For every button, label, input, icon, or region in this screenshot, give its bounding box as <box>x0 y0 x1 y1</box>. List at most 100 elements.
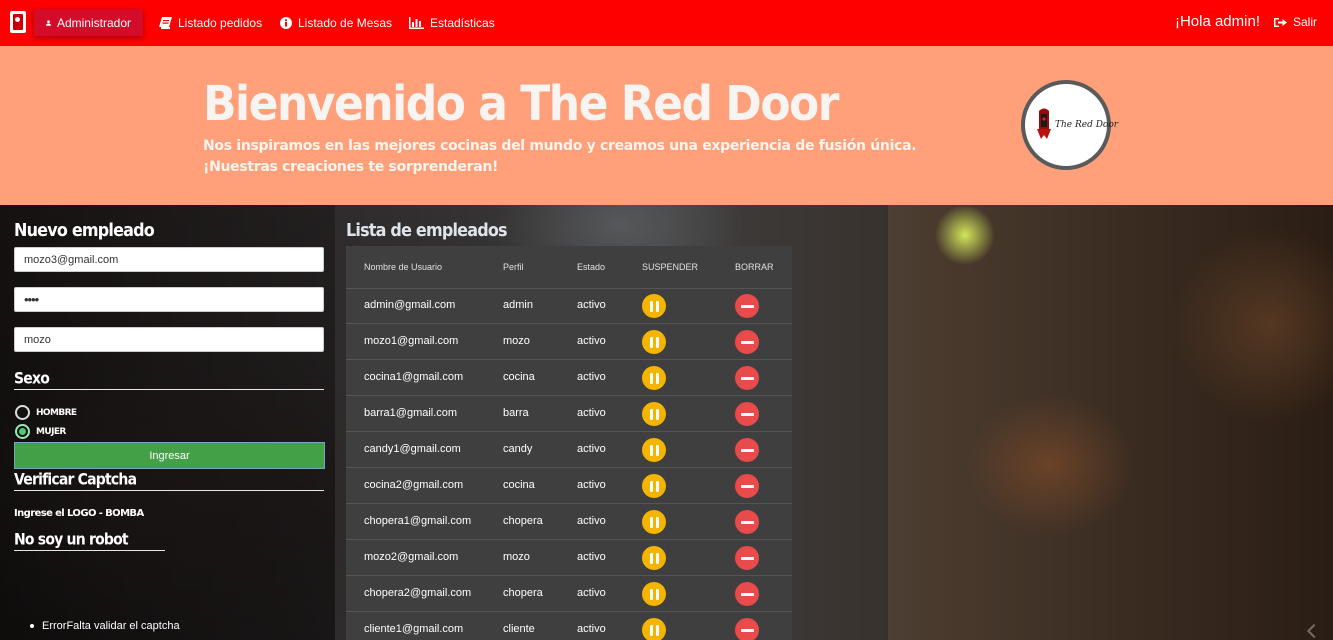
delete-button[interactable] <box>735 438 759 462</box>
delete-button[interactable] <box>735 402 759 426</box>
restaurant-logo: The Red Door <box>1021 80 1118 170</box>
captcha-divider <box>14 490 324 491</box>
sex-heading: Sexo <box>14 370 50 388</box>
nav-listado-mesas-label: Listado de Mesas <box>298 15 393 30</box>
suspend-button[interactable] <box>642 438 666 462</box>
suspend-button[interactable] <box>642 618 666 640</box>
captcha-hint: Ingrese el LOGO - BOMBA <box>14 508 144 519</box>
door-logo-icon[interactable] <box>10 11 26 33</box>
suspend-button[interactable] <box>642 366 666 390</box>
bar-chart-icon <box>409 16 424 29</box>
suspend-button[interactable] <box>642 474 666 498</box>
error-message: ErrorFalta validar el captcha <box>42 620 180 632</box>
greeting-text: ¡Hola admin! <box>1174 13 1260 30</box>
delete-button[interactable] <box>735 618 759 640</box>
password-field[interactable] <box>14 287 324 312</box>
cell-user: chopera2@gmail.com <box>364 587 472 599</box>
nav-listado-mesas[interactable]: Listado de Mesas <box>268 9 404 36</box>
error-list: ErrorFalta validar el captcha <box>30 620 180 632</box>
table-header: Nombre de Usuario Perfil Estado SUSPENDE… <box>346 246 792 289</box>
delete-button[interactable] <box>735 474 759 498</box>
employee-list-heading: Lista de empleados <box>346 219 508 241</box>
cell-status: activo <box>577 587 606 599</box>
submit-button[interactable]: Ingresar <box>14 442 325 469</box>
cell-user: cocina1@gmail.com <box>364 371 464 383</box>
page-title: Bienvenido a The Red Door <box>203 76 839 133</box>
table-row: chopera1@gmail.com chopera activo <box>346 504 792 540</box>
cell-profile: cocina <box>503 479 535 491</box>
col-delete: BORRAR <box>735 262 774 272</box>
table-row: admin@gmail.com admin activo <box>346 288 792 324</box>
robot-heading: No soy un robot <box>14 531 129 549</box>
table-row: candy1@gmail.com candy activo <box>346 432 792 468</box>
table-row: cliente1@gmail.com cliente activo <box>346 612 792 640</box>
suspend-button[interactable] <box>642 294 666 318</box>
cell-status: activo <box>577 479 606 491</box>
col-user: Nombre de Usuario <box>364 262 443 272</box>
nav-listado-pedidos-label: Listado pedidos <box>178 15 263 30</box>
col-suspend: SUSPENDER <box>642 262 699 272</box>
logout-button[interactable]: Salir <box>1273 15 1317 29</box>
cell-profile: chopera <box>503 515 543 527</box>
delete-button[interactable] <box>735 546 759 570</box>
nav-estadisticas[interactable]: Estadísticas <box>397 9 507 36</box>
cell-profile: mozo <box>503 551 530 563</box>
top-navbar: Administrador Listado pedidos Listado de… <box>0 0 1333 46</box>
radio-mujer-circle[interactable] <box>15 424 30 439</box>
cell-profile: admin <box>503 299 533 311</box>
table-row: mozo1@gmail.com mozo activo <box>346 324 792 360</box>
cell-profile: barra <box>503 407 529 419</box>
user-icon <box>46 19 51 26</box>
logo-text: The Red Door <box>1055 120 1119 130</box>
cell-profile: cocina <box>503 371 535 383</box>
cell-status: activo <box>577 623 606 635</box>
robot-divider <box>14 550 165 551</box>
suspend-button[interactable] <box>642 402 666 426</box>
radio-hombre-circle[interactable] <box>15 405 30 420</box>
table-row: barra1@gmail.com barra activo <box>346 396 792 432</box>
table-row: cocina2@gmail.com cocina activo <box>346 468 792 504</box>
sign-out-icon <box>1273 17 1287 27</box>
nav-administrador-label: Administrador <box>56 15 131 30</box>
table-row: mozo2@gmail.com mozo activo <box>346 540 792 576</box>
delete-button[interactable] <box>735 330 759 354</box>
welcome-banner: Bienvenido a The Red Door Nos inspiramos… <box>0 46 1333 205</box>
radio-hombre-label: HOMBRE <box>36 407 77 418</box>
delete-button[interactable] <box>735 582 759 606</box>
logout-label: Salir <box>1292 15 1317 29</box>
cell-user: cocina2@gmail.com <box>364 479 464 491</box>
cell-user: chopera1@gmail.com <box>364 515 472 527</box>
new-employee-heading: Nuevo empleado <box>14 219 155 241</box>
cell-status: activo <box>577 371 606 383</box>
suspend-button[interactable] <box>642 330 666 354</box>
cell-profile: candy <box>503 443 533 455</box>
col-status: Estado <box>577 262 606 272</box>
profile-field[interactable] <box>14 327 324 352</box>
cell-user: mozo1@gmail.com <box>364 335 459 347</box>
nav-listado-pedidos[interactable]: Listado pedidos <box>147 9 274 36</box>
cell-profile: chopera <box>503 587 543 599</box>
radio-hombre[interactable]: HOMBRE <box>15 405 77 420</box>
delete-button[interactable] <box>735 366 759 390</box>
cell-status: activo <box>577 443 606 455</box>
cell-user: mozo2@gmail.com <box>364 551 459 563</box>
suspend-button[interactable] <box>642 510 666 534</box>
banner-subtitle: Nos inspiramos en las mejores cocinas de… <box>203 138 917 175</box>
nav-estadisticas-label: Estadísticas <box>430 15 495 30</box>
employee-table: Nombre de Usuario Perfil Estado SUSPENDE… <box>346 246 792 640</box>
delete-button[interactable] <box>735 510 759 534</box>
col-profile: Perfil <box>503 262 524 272</box>
suspend-button[interactable] <box>642 546 666 570</box>
cell-status: activo <box>577 551 606 563</box>
radio-mujer[interactable]: MUJER <box>15 424 66 439</box>
email-field[interactable] <box>14 247 324 272</box>
radio-mujer-label: MUJER <box>36 426 66 437</box>
nav-administrador[interactable]: Administrador <box>34 9 143 36</box>
cell-status: activo <box>577 299 606 311</box>
delete-button[interactable] <box>735 294 759 318</box>
cell-user: admin@gmail.com <box>364 299 456 311</box>
cell-profile: mozo <box>503 335 530 347</box>
cell-user: barra1@gmail.com <box>364 407 458 419</box>
suspend-button[interactable] <box>642 582 666 606</box>
cell-user: cliente1@gmail.com <box>364 623 464 635</box>
